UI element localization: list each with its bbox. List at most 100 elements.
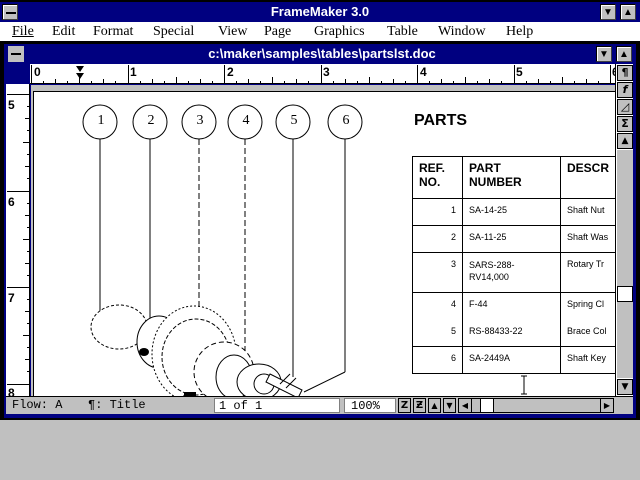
scroll-up-button[interactable]: ▲ — [617, 133, 633, 149]
arrow-down-icon: ▼ — [621, 382, 629, 392]
document-title: c:\maker\samples\tables\partslst.doc — [208, 46, 436, 61]
scroll-down-button[interactable]: ▼ — [617, 379, 633, 395]
cell-desc[interactable]: Spring Cl — [560, 292, 615, 320]
table-header-row: REF. NO. PART NUMBER DESCR — [412, 156, 615, 199]
menu-special[interactable]: Special — [153, 22, 194, 42]
next-page-button[interactable]: ▼ — [443, 398, 456, 413]
header-part-number[interactable]: PART NUMBER — [462, 156, 561, 199]
ruler-label-4: 4 — [420, 65, 427, 79]
ruler-label-1: 1 — [130, 65, 137, 79]
cell-part[interactable]: SA-2449A — [462, 346, 561, 374]
character-catalog-button[interactable]: f — [617, 82, 633, 98]
cell-part[interactable]: RS-88433-22 — [462, 319, 561, 347]
horizontal-scroll-thumb[interactable] — [480, 398, 494, 413]
menu-file[interactable]: File — [12, 22, 34, 42]
cell-desc[interactable]: Shaft Nut — [560, 198, 615, 226]
header-description[interactable]: DESCR — [560, 156, 615, 199]
ruler-label-0: 0 — [34, 65, 41, 79]
zoom-out-button[interactable]: Ƶ — [413, 398, 426, 413]
zoom-out-icon: Ƶ — [415, 400, 424, 411]
menu-help[interactable]: Help — [506, 22, 533, 42]
callout-label-6: 6 — [342, 113, 350, 128]
zoom-status[interactable]: 100% — [344, 398, 396, 413]
status-bar: Flow: A ¶: Title 1 of 1 100% Z Ƶ ▲ ▼ ◀ ▶ — [6, 396, 633, 414]
table-row: 4 F-44 Spring Cl — [412, 292, 615, 320]
header-ref-no[interactable]: REF. NO. — [412, 156, 463, 199]
document-page[interactable]: 1 2 3 4 5 6 PARTS REF. NO. PART NUMBER D… — [33, 91, 615, 396]
doc-maximize-button[interactable]: ▲ — [616, 46, 632, 62]
callout-label-1: 1 — [97, 113, 105, 128]
cell-ref[interactable]: 5 — [412, 319, 463, 347]
arrow-up-icon: ▲ — [623, 7, 633, 18]
cell-ref[interactable]: 3 — [412, 252, 463, 293]
callout-label-2: 2 — [147, 113, 155, 128]
vertical-scroll-track[interactable] — [617, 150, 633, 378]
app-title: FrameMaker 3.0 — [270, 4, 370, 19]
zoom-in-icon: Z — [400, 400, 409, 411]
ruler-label-5: 5 — [516, 65, 523, 79]
arrow-down-icon: ▼ — [603, 7, 613, 18]
parts-illustration[interactable] — [34, 92, 404, 396]
page-up-icon: ▲ — [431, 401, 438, 410]
scroll-left-button[interactable]: ◀ — [458, 398, 472, 413]
menu-graphics[interactable]: Graphics — [314, 22, 365, 42]
table-row: 5 RS-88433-22 Brace Col — [412, 319, 615, 347]
menu-bar: File Edit Format Special View Page Graph… — [0, 22, 640, 42]
cell-part[interactable]: F-44 — [462, 292, 561, 320]
document-system-menu[interactable] — [8, 46, 24, 62]
menu-format[interactable]: Format — [93, 22, 133, 42]
table-row: 2 SA-11-25 Shaft Was — [412, 225, 615, 253]
minus-icon — [11, 53, 21, 55]
arrow-up-icon: ▲ — [619, 49, 629, 60]
arrow-down-icon: ▼ — [599, 49, 609, 60]
paragraph-catalog-button[interactable]: ¶ — [617, 65, 633, 81]
vertical-scroll-thumb[interactable] — [617, 286, 633, 302]
indent-marker-icon — [76, 66, 84, 79]
doc-minimize-button[interactable]: ▼ — [596, 46, 612, 62]
menu-table[interactable]: Table — [387, 22, 418, 42]
zoom-in-button[interactable]: Z — [398, 398, 411, 413]
cell-desc[interactable]: Brace Col — [560, 319, 615, 347]
table-row: 1 SA-14-25 Shaft Nut — [412, 198, 615, 226]
parts-heading[interactable]: PARTS — [414, 112, 467, 130]
horizontal-ruler[interactable]: 0 1 2 3 4 5 6 — [30, 64, 619, 84]
previous-page-button[interactable]: ▲ — [428, 398, 441, 413]
page-status[interactable]: 1 of 1 — [214, 398, 340, 413]
tools-palette-button[interactable]: ◿ — [617, 99, 633, 115]
cell-desc[interactable]: Rotary Tr — [560, 252, 615, 293]
arrow-left-icon: ◀ — [461, 401, 469, 410]
cell-part[interactable]: SA-14-25 — [462, 198, 561, 226]
callout-label-hidden — [216, 105, 217, 106]
minimize-button[interactable]: ▼ — [600, 4, 616, 20]
flow-status: Flow: A — [12, 398, 63, 412]
menu-window[interactable]: Window — [438, 22, 486, 42]
cell-ref[interactable]: 6 — [412, 346, 463, 374]
callout-label-4: 4 — [242, 113, 250, 128]
app-title-bar[interactable]: FrameMaker 3.0 ▼ ▲ — [0, 2, 640, 22]
equations-button[interactable]: Σ — [617, 116, 633, 132]
right-toolbar: ¶ f ◿ Σ ▲ ▼ — [615, 64, 633, 396]
menu-view[interactable]: View — [218, 22, 247, 42]
cell-desc[interactable]: Shaft Key — [560, 346, 615, 374]
paragraph-tag-status[interactable]: ¶: Title — [88, 398, 146, 413]
menu-edit[interactable]: Edit — [52, 22, 75, 42]
menu-page[interactable]: Page — [264, 22, 291, 42]
ibeam-cursor-icon — [521, 375, 527, 395]
cell-desc[interactable]: Shaft Was — [560, 225, 615, 253]
vruler-ticks — [7, 94, 30, 385]
cell-ref[interactable]: 4 — [412, 292, 463, 320]
cell-ref[interactable]: 2 — [412, 225, 463, 253]
document-canvas[interactable]: 1 2 3 4 5 6 PARTS REF. NO. PART NUMBER D… — [31, 85, 615, 396]
vertical-ruler[interactable]: 5 6 7 8 — [6, 84, 30, 400]
cell-part[interactable]: SA-11-25 — [462, 225, 561, 253]
parts-table[interactable]: REF. NO. PART NUMBER DESCR 1 SA-14-25 Sh… — [412, 156, 615, 374]
framemaker-window: FrameMaker 3.0 ▼ ▲ File Edit Format Spec… — [0, 0, 640, 420]
table-row: 3 SARS-288- RV14,000 Rotary Tr — [412, 252, 615, 293]
callout-label-5: 5 — [290, 113, 298, 128]
scroll-right-button[interactable]: ▶ — [600, 398, 614, 413]
callout-label-3: 3 — [196, 113, 204, 128]
ruler-label-2: 2 — [227, 65, 234, 79]
cell-ref[interactable]: 1 — [412, 198, 463, 226]
maximize-button[interactable]: ▲ — [620, 4, 636, 20]
cell-part[interactable]: SARS-288- RV14,000 — [462, 252, 561, 293]
